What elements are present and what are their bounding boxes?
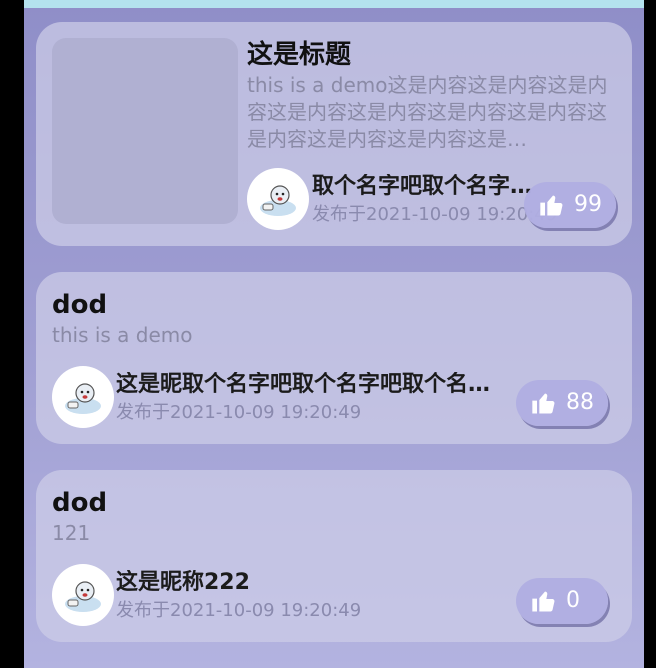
publish-time: 发布于2021-10-09 19:20:49	[312, 204, 558, 225]
like-button[interactable]: 99	[524, 182, 616, 228]
thumbs-up-icon	[532, 591, 555, 612]
post-content: this is a demo	[52, 323, 193, 347]
publish-time: 发布于2021-10-09 19:20:49	[116, 402, 362, 423]
author-avatar[interactable]	[52, 564, 114, 626]
like-count: 99	[574, 192, 602, 217]
thumbs-up-icon	[532, 393, 555, 414]
author-avatar[interactable]	[247, 168, 309, 230]
top-bar	[24, 0, 644, 8]
thumbs-up-icon	[540, 195, 563, 216]
author-nickname[interactable]: 这是昵称222	[116, 570, 476, 596]
post-card[interactable]: dod 121 这是昵称222 发布于2021-10-09 19:20:49 0	[36, 470, 632, 642]
post-card[interactable]: 这是标题 this is a demo这是内容这是内容这是内容这是内容这是内容这…	[36, 22, 632, 246]
post-feed: 这是标题 this is a demo这是内容这是内容这是内容这是内容这是内容这…	[24, 0, 644, 668]
like-count: 0	[566, 588, 580, 613]
avatar-icon	[260, 185, 296, 216]
like-button[interactable]: 88	[516, 380, 608, 426]
post-content: 121	[52, 521, 91, 545]
post-title: 这是标题	[247, 40, 352, 70]
like-button[interactable]: 0	[516, 578, 608, 624]
like-count: 88	[566, 390, 594, 415]
author-nickname[interactable]: 这是昵取个名字吧取个名字吧取个名…	[116, 372, 556, 398]
post-content: this is a demo这是内容这是内容这是内容这是内容这是内容这是内容这是…	[247, 73, 608, 151]
publish-time: 发布于2021-10-09 19:20:49	[116, 600, 362, 621]
post-card[interactable]: dod this is a demo 这是昵取个名字吧取个名字吧取个名… 发布于…	[36, 272, 632, 444]
avatar-icon	[65, 383, 101, 414]
avatar-icon	[65, 581, 101, 612]
post-title: dod	[52, 488, 108, 518]
post-image-placeholder[interactable]	[52, 38, 238, 224]
post-title: dod	[52, 290, 108, 320]
author-avatar[interactable]	[52, 366, 114, 428]
